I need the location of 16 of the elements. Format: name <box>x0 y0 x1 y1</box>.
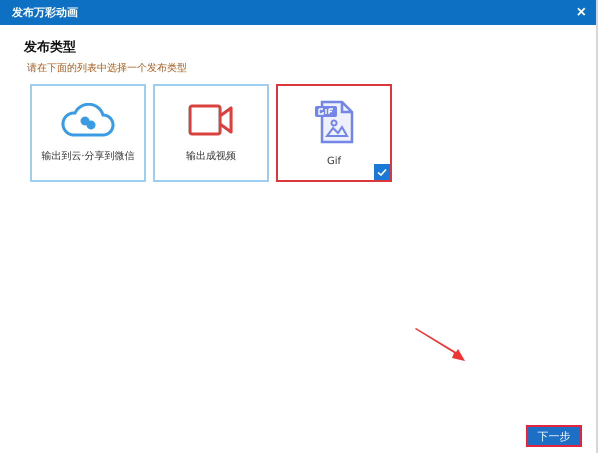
arrow-drawing <box>414 328 466 362</box>
section-heading: 发布类型 <box>24 39 77 56</box>
checkmark-icon <box>374 164 390 180</box>
gif-file-icon <box>312 100 356 144</box>
window-title: 发布万彩动画 <box>12 5 78 20</box>
next-button[interactable]: 下一步 <box>526 425 582 447</box>
option-label: 输出到云·分享到微信 <box>41 150 135 163</box>
publish-option-card[interactable]: 输出到云·分享到微信 <box>30 84 146 182</box>
cloud-chat-icon <box>61 103 115 137</box>
option-label: Gif <box>326 156 342 166</box>
publish-option-card[interactable]: 输出成视频 <box>153 84 269 182</box>
close-button[interactable]: × <box>574 4 588 20</box>
publish-option-card[interactable]: Gif <box>276 84 392 182</box>
section-hint: 请在下面的列表中选择一个发布类型 <box>27 62 188 75</box>
video-camera-icon <box>188 103 234 137</box>
option-label: 输出成视频 <box>186 150 236 163</box>
